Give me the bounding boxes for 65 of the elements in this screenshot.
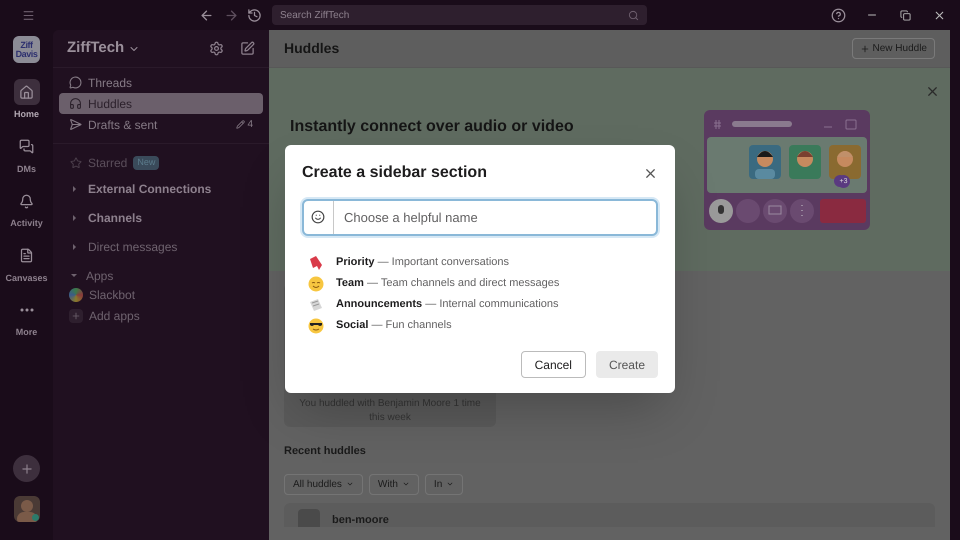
chevron-down-icon [402,480,410,488]
sidebar-item[interactable]: Drafts & sent 4 [59,114,263,135]
pencil-icon [236,120,246,129]
speech-bubble-icon [69,76,82,89]
suggestion-item[interactable]: Priority — Important conversations [302,254,658,271]
filter-dropdown[interactable]: With [368,474,419,494]
history-icon[interactable] [247,8,262,22]
star-icon [70,157,82,169]
plus-icon [860,44,870,54]
name-input-field[interactable]: Choose a helpful name [302,199,658,236]
rail-item[interactable]: Home [4,79,48,122]
app-icon [69,288,83,302]
user-avatar[interactable] [14,496,40,522]
suggestion-item[interactable]: Social — Fun channels [302,317,658,334]
add-apps-item[interactable]: Add apps [59,305,263,326]
filter-dropdown[interactable]: All huddles [284,474,363,494]
search-icon [628,10,639,20]
chevron-down-icon [346,480,354,488]
compose-icon[interactable] [240,41,255,56]
close-icon[interactable] [933,8,946,22]
restore-icon[interactable] [900,10,911,20]
workspace-logo[interactable]: Ziff Davis [13,36,40,63]
add-workspace-button[interactable] [13,455,40,482]
sidebar-item[interactable]: Threads [59,72,263,93]
help-icon[interactable] [831,8,846,22]
sidebar-item[interactable]: Huddles [59,93,263,114]
activity-icon [19,194,34,208]
hero-heading: Instantly connect over audio or video [290,117,574,137]
settings-icon[interactable] [209,41,224,56]
send-icon [69,118,82,131]
headphones-icon [69,97,82,110]
bookmark-icon [308,254,324,270]
sidebar-section[interactable]: Channels [59,203,263,232]
search-field[interactable]: Search ZiffTech [272,5,647,25]
rail-item[interactable]: Canvases [4,242,48,285]
more-icon [20,308,34,312]
sidebar-section[interactable]: External Connections [59,174,263,203]
scroll-icon [308,296,324,312]
app-item[interactable]: Slackbot [59,284,263,305]
rail-item[interactable]: More [4,297,48,340]
sidebar-section[interactable]: Direct messages [59,232,263,261]
dialog-title: Create a sidebar section [302,163,487,183]
section-label[interactable]: Starred [88,154,128,172]
rail-item[interactable]: DMs [4,134,48,176]
sunglasses-face-icon [308,318,324,334]
home-icon [19,84,34,100]
rail-item[interactable]: Activity [4,188,48,230]
smiling-face-icon [308,276,324,292]
section-heading: Recent huddles [284,444,367,459]
plus-icon [20,462,34,476]
forward-arrow-icon[interactable] [224,8,239,22]
canvases-icon [19,248,34,263]
suggestion-item[interactable]: Announcements — Internal communications [302,296,658,313]
page-title: Huddles [284,39,340,58]
new-huddle-button[interactable]: New Huddle [852,38,935,59]
cancel-button[interactable]: Cancel [520,351,586,378]
emoji-icon[interactable] [311,210,325,224]
filter-dropdown[interactable]: In [424,474,464,494]
chevron-down-icon [446,480,454,488]
suggestion-item[interactable]: Team — Team channels and direct messages [302,275,658,292]
plus-icon [69,308,83,322]
dms-icon [19,139,34,154]
menu-icon[interactable] [22,8,35,22]
huddle-row[interactable]: ben-moore [284,502,935,526]
workspace-name[interactable]: ZiffTech [67,37,124,60]
